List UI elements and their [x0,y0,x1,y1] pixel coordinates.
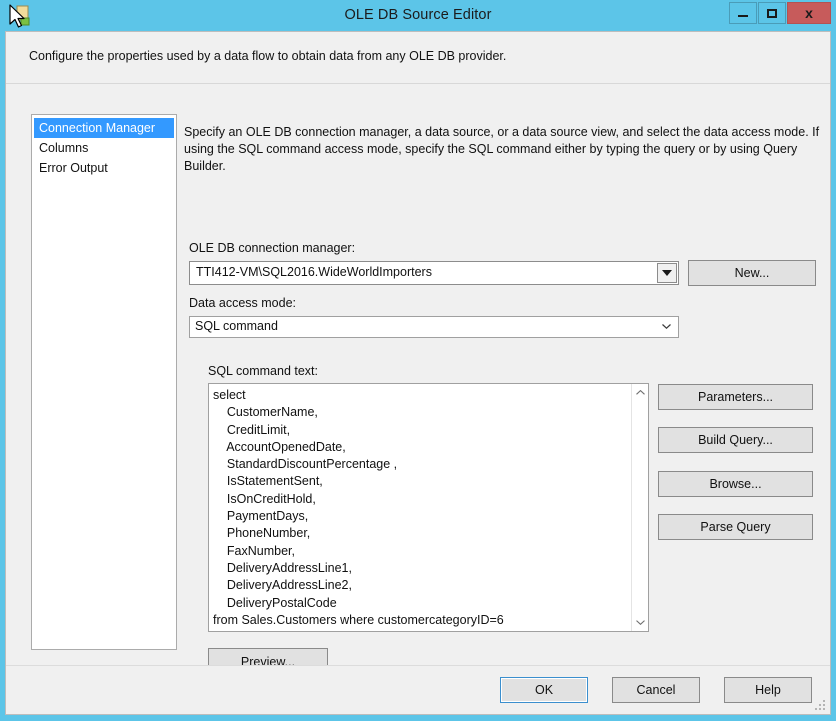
help-button[interactable]: Help [724,677,812,703]
dialog-description: Configure the properties used by a data … [29,49,507,63]
new-connection-button[interactable]: New... [688,260,816,286]
data-access-mode-combobox[interactable]: SQL command [189,316,679,338]
connection-manager-combobox[interactable]: TTI412-VM\SQL2016.WideWorldImporters [189,261,679,285]
page-navigation-list[interactable]: Connection Manager Columns Error Output [31,114,177,650]
resize-grip[interactable] [814,699,827,712]
browse-button[interactable]: Browse... [658,471,813,497]
connection-manager-value: TTI412-VM\SQL2016.WideWorldImporters [196,265,432,279]
scroll-up-button[interactable] [632,384,648,401]
data-access-mode-value: SQL command [195,319,278,333]
dialog-footer: OK Cancel Help [6,665,830,714]
maximize-icon [767,8,777,18]
minimize-icon [738,14,748,17]
connection-manager-label: OLE DB connection manager: [189,241,356,255]
maximize-button[interactable] [758,2,786,24]
triangle-down-icon [662,270,672,276]
connection-manager-dropdown-button[interactable] [657,263,677,283]
ole-db-source-editor-window: OLE DB Source Editor x Configure the pro… [0,0,836,721]
title-bar[interactable]: OLE DB Source Editor x [0,0,836,30]
chevron-up-icon [635,390,645,395]
build-query-button[interactable]: Build Query... [658,427,813,453]
parse-query-button[interactable]: Parse Query [658,514,813,540]
sql-command-textarea[interactable]: select CustomerName, CreditLimit, Accoun… [208,383,649,632]
sql-vertical-scrollbar[interactable] [631,384,648,631]
parameters-button[interactable]: Parameters... [658,384,813,410]
minimize-button[interactable] [729,2,757,24]
pane-description: Specify an OLE DB connection manager, a … [184,125,820,173]
close-icon: x [805,5,813,21]
data-access-mode-label: Data access mode: [189,296,296,310]
dialog-body: Configure the properties used by a data … [5,31,831,715]
connection-manager-pane: Specify an OLE DB connection manager, a … [182,114,827,676]
sidebar-item-error-output[interactable]: Error Output [34,158,174,178]
scroll-down-button[interactable] [632,614,648,631]
window-title: OLE DB Source Editor [344,7,492,23]
sidebar-item-connection-manager[interactable]: Connection Manager [34,118,174,138]
ok-button[interactable]: OK [500,677,588,703]
chevron-down-icon [635,620,645,625]
chevron-down-icon [662,324,671,329]
sidebar-item-columns[interactable]: Columns [34,138,174,158]
sql-command-text-label: SQL command text: [208,364,318,378]
close-button[interactable]: x [787,2,831,24]
dialog-header: Configure the properties used by a data … [6,32,830,84]
sql-command-value: select CustomerName, CreditLimit, Accoun… [213,388,504,627]
cancel-button[interactable]: Cancel [612,677,700,703]
